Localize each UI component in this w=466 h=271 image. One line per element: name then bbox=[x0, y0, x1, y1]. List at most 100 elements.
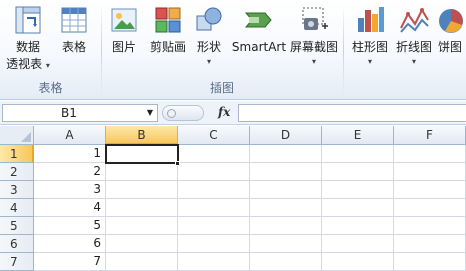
screenshot-button[interactable]: 屏幕截图 ▾ bbox=[288, 2, 340, 78]
cell-e4[interactable] bbox=[322, 199, 394, 217]
cell-c6[interactable] bbox=[178, 235, 250, 253]
cell-e5[interactable] bbox=[322, 217, 394, 235]
ribbon-group-illustrations: 图片 剪贴画 形状 ▾ SmartArt 屏幕截图 ▾ 插图 bbox=[102, 0, 342, 100]
insert-function-button[interactable]: fx bbox=[218, 105, 230, 119]
cell-c7[interactable] bbox=[178, 253, 250, 271]
screenshot-icon bbox=[298, 4, 330, 36]
picture-button[interactable]: 图片 bbox=[106, 2, 142, 78]
line-chart-icon bbox=[398, 4, 430, 36]
select-all-button[interactable] bbox=[0, 126, 34, 145]
group-label-illustrations: 插图 bbox=[209, 81, 234, 95]
formula-input[interactable] bbox=[238, 104, 466, 122]
chevron-down-icon: ▾ bbox=[311, 57, 316, 66]
cell-d7[interactable] bbox=[250, 253, 322, 271]
pivot-table-label-line2-wrap: 透视表 ▾ bbox=[2, 57, 54, 73]
pie-chart-icon bbox=[435, 4, 466, 36]
row-header-6[interactable]: 6 bbox=[0, 235, 34, 253]
cell-a7[interactable]: 7 bbox=[34, 253, 106, 271]
clip-art-label: 剪贴画 bbox=[149, 40, 186, 54]
row-header-4[interactable]: 4 bbox=[0, 199, 34, 217]
chevron-down-icon[interactable]: ▼ bbox=[147, 105, 153, 121]
row-header-7[interactable]: 7 bbox=[0, 253, 34, 271]
name-box[interactable]: B1 ▼ bbox=[2, 104, 158, 122]
table-icon bbox=[58, 4, 90, 36]
cell-e1[interactable] bbox=[322, 145, 394, 163]
ribbon-group-tables: 数据 透视表 ▾ 表格 表格 bbox=[0, 0, 101, 100]
cell-f4[interactable] bbox=[394, 199, 466, 217]
cell-c1[interactable] bbox=[178, 145, 250, 163]
pivot-table-button[interactable]: 数据 透视表 ▾ bbox=[2, 2, 54, 78]
table-button[interactable]: 表格 bbox=[54, 2, 94, 78]
column-chart-label: 柱形图 bbox=[351, 40, 388, 54]
cell-b3[interactable] bbox=[106, 181, 178, 199]
cell-b2[interactable] bbox=[106, 163, 178, 181]
pivot-table-label-line2: 透视表 bbox=[6, 57, 43, 71]
cell-a2[interactable]: 2 bbox=[34, 163, 106, 181]
clip-art-button[interactable]: 剪贴画 bbox=[146, 2, 190, 78]
cell-d5[interactable] bbox=[250, 217, 322, 235]
cell-d3[interactable] bbox=[250, 181, 322, 199]
cell-a4[interactable]: 4 bbox=[34, 199, 106, 217]
column-header-f[interactable]: F bbox=[394, 126, 466, 145]
cell-d2[interactable] bbox=[250, 163, 322, 181]
active-cell-b1[interactable] bbox=[105, 144, 179, 164]
cell-f6[interactable] bbox=[394, 235, 466, 253]
shapes-label: 形状 bbox=[196, 40, 221, 54]
cell-b6[interactable] bbox=[106, 235, 178, 253]
circle-icon bbox=[167, 109, 176, 118]
line-chart-label: 折线图 bbox=[395, 40, 432, 54]
ribbon-group-charts: 柱形图 ▾ 折线图 ▾ 饼图 bbox=[344, 0, 466, 100]
cell-d1[interactable] bbox=[250, 145, 322, 163]
smartart-label: SmartArt bbox=[231, 40, 287, 54]
row-header-5[interactable]: 5 bbox=[0, 217, 34, 235]
row-header-2[interactable]: 2 bbox=[0, 163, 34, 181]
fill-handle[interactable] bbox=[175, 161, 180, 166]
column-header-b[interactable]: B bbox=[106, 126, 178, 145]
pivot-table-icon bbox=[12, 4, 44, 36]
pivot-table-label-line1: 数据 bbox=[15, 40, 40, 54]
line-chart-button[interactable]: 折线图 ▾ bbox=[392, 2, 436, 78]
row-header-1[interactable]: 1 bbox=[0, 145, 34, 163]
cell-e6[interactable] bbox=[322, 235, 394, 253]
row-header-3[interactable]: 3 bbox=[0, 181, 34, 199]
column-header-e[interactable]: E bbox=[322, 126, 394, 145]
cell-b4[interactable] bbox=[106, 199, 178, 217]
cell-c4[interactable] bbox=[178, 199, 250, 217]
cell-a1[interactable]: 1 bbox=[34, 145, 106, 163]
cell-f3[interactable] bbox=[394, 181, 466, 199]
cell-f7[interactable] bbox=[394, 253, 466, 271]
cell-e2[interactable] bbox=[322, 163, 394, 181]
name-box-value: B1 bbox=[61, 106, 77, 120]
cell-a3[interactable]: 3 bbox=[34, 181, 106, 199]
formula-bar-resize-handle[interactable] bbox=[162, 105, 204, 121]
cell-f5[interactable] bbox=[394, 217, 466, 235]
clip-art-icon bbox=[152, 4, 184, 36]
cell-f1[interactable] bbox=[394, 145, 466, 163]
cell-e7[interactable] bbox=[322, 253, 394, 271]
cell-e3[interactable] bbox=[322, 181, 394, 199]
triangle-icon bbox=[21, 132, 31, 142]
column-header-d[interactable]: D bbox=[250, 126, 322, 145]
pie-chart-button[interactable]: 饼图 bbox=[436, 2, 466, 78]
column-header-c[interactable]: C bbox=[178, 126, 250, 145]
smartart-button[interactable]: SmartArt bbox=[230, 2, 288, 78]
smartart-icon bbox=[243, 4, 275, 36]
cell-c2[interactable] bbox=[178, 163, 250, 181]
cell-d6[interactable] bbox=[250, 235, 322, 253]
cell-c3[interactable] bbox=[178, 181, 250, 199]
column-chart-button[interactable]: 柱形图 ▾ bbox=[348, 2, 392, 78]
pie-chart-label: 饼图 bbox=[438, 40, 463, 54]
cell-b7[interactable] bbox=[106, 253, 178, 271]
cell-a6[interactable]: 6 bbox=[34, 235, 106, 253]
cell-d4[interactable] bbox=[250, 199, 322, 217]
group-label-tables: 表格 bbox=[38, 81, 63, 95]
cell-c5[interactable] bbox=[178, 217, 250, 235]
shapes-button[interactable]: 形状 ▾ bbox=[192, 2, 226, 78]
table-label: 表格 bbox=[61, 40, 86, 54]
cell-a5[interactable]: 5 bbox=[34, 217, 106, 235]
cell-f2[interactable] bbox=[394, 163, 466, 181]
worksheet-grid: A B C D E F 1 2 3 4 5 6 7 1 2 3 4 5 6 7 bbox=[0, 126, 466, 271]
column-header-a[interactable]: A bbox=[34, 126, 106, 145]
cell-b5[interactable] bbox=[106, 217, 178, 235]
picture-label: 图片 bbox=[111, 40, 136, 54]
